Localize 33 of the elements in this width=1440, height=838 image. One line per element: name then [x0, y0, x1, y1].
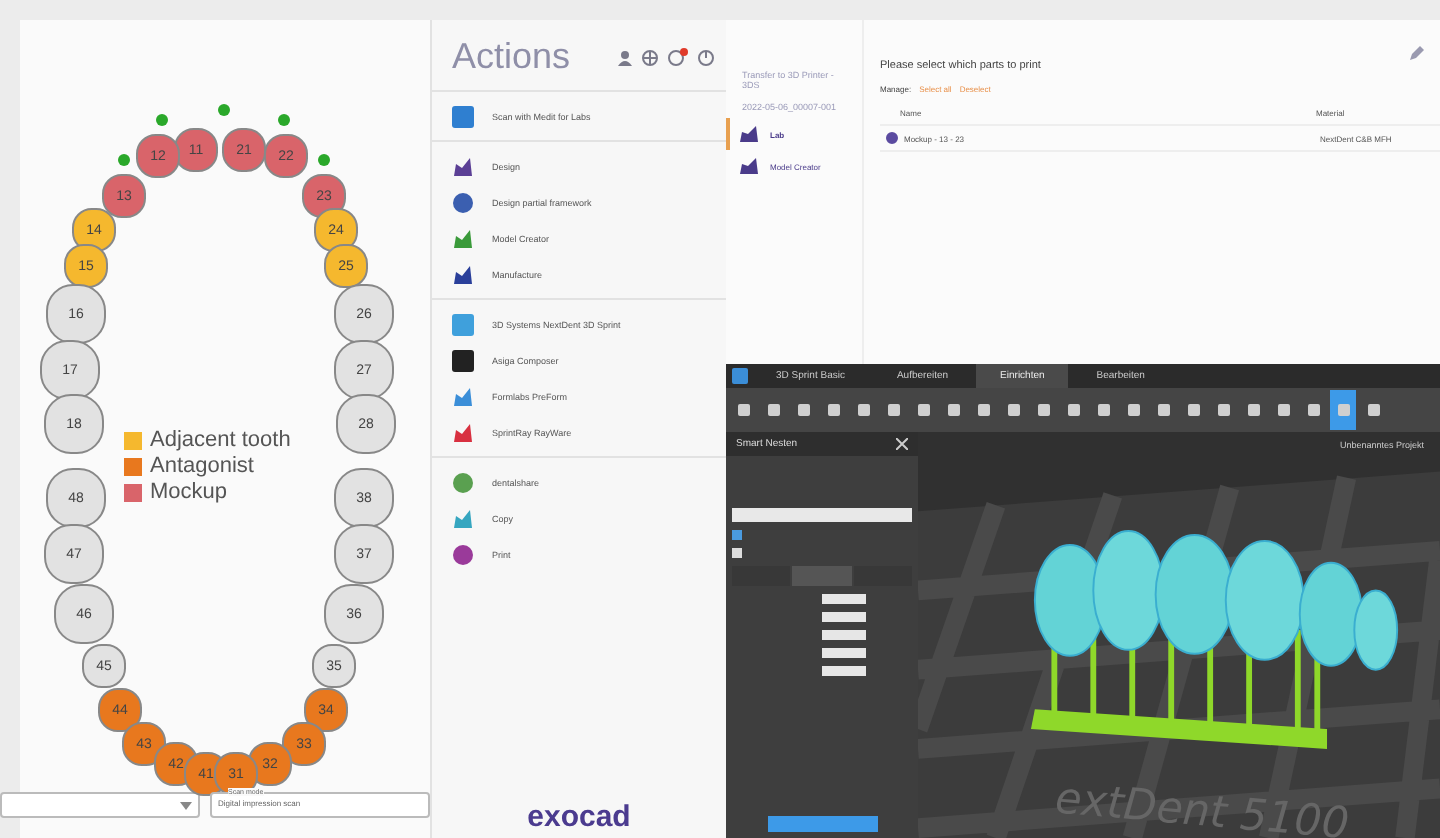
legend-label: Antagonist — [150, 454, 254, 478]
app-icon — [452, 313, 474, 335]
input-field[interactable] — [822, 648, 866, 658]
legend-label: Mockup — [150, 480, 228, 504]
app-icon — [452, 105, 474, 127]
legend-label: Adjacent tooth — [150, 428, 291, 452]
app-icon — [452, 227, 474, 249]
input-field[interactable] — [822, 594, 866, 604]
app-icon — [452, 263, 474, 285]
actions-title: Actions — [452, 36, 571, 78]
radio-button[interactable] — [886, 132, 898, 144]
checkbox[interactable] — [732, 530, 742, 540]
power-icon[interactable] — [698, 49, 714, 65]
app-icon — [452, 191, 474, 213]
input-field[interactable] — [822, 666, 866, 676]
app-icon — [452, 385, 474, 407]
app-icon — [452, 471, 474, 493]
edit-icon[interactable] — [1410, 46, 1424, 60]
input-field[interactable] — [822, 630, 866, 640]
app-icon — [452, 349, 474, 371]
caret-icon — [180, 801, 192, 809]
app-icon — [452, 421, 474, 443]
logo: exocad — [525, 800, 633, 838]
app-icon — [452, 507, 474, 529]
app-icon — [452, 155, 474, 177]
globe-icon[interactable] — [642, 49, 658, 65]
checkbox[interactable] — [732, 548, 742, 558]
user-icon[interactable] — [618, 49, 632, 65]
bell-icon[interactable] — [668, 48, 688, 66]
app-icon — [732, 368, 748, 384]
app-icon — [452, 543, 474, 565]
close-icon[interactable] — [896, 438, 908, 450]
input-field[interactable] — [822, 612, 866, 622]
